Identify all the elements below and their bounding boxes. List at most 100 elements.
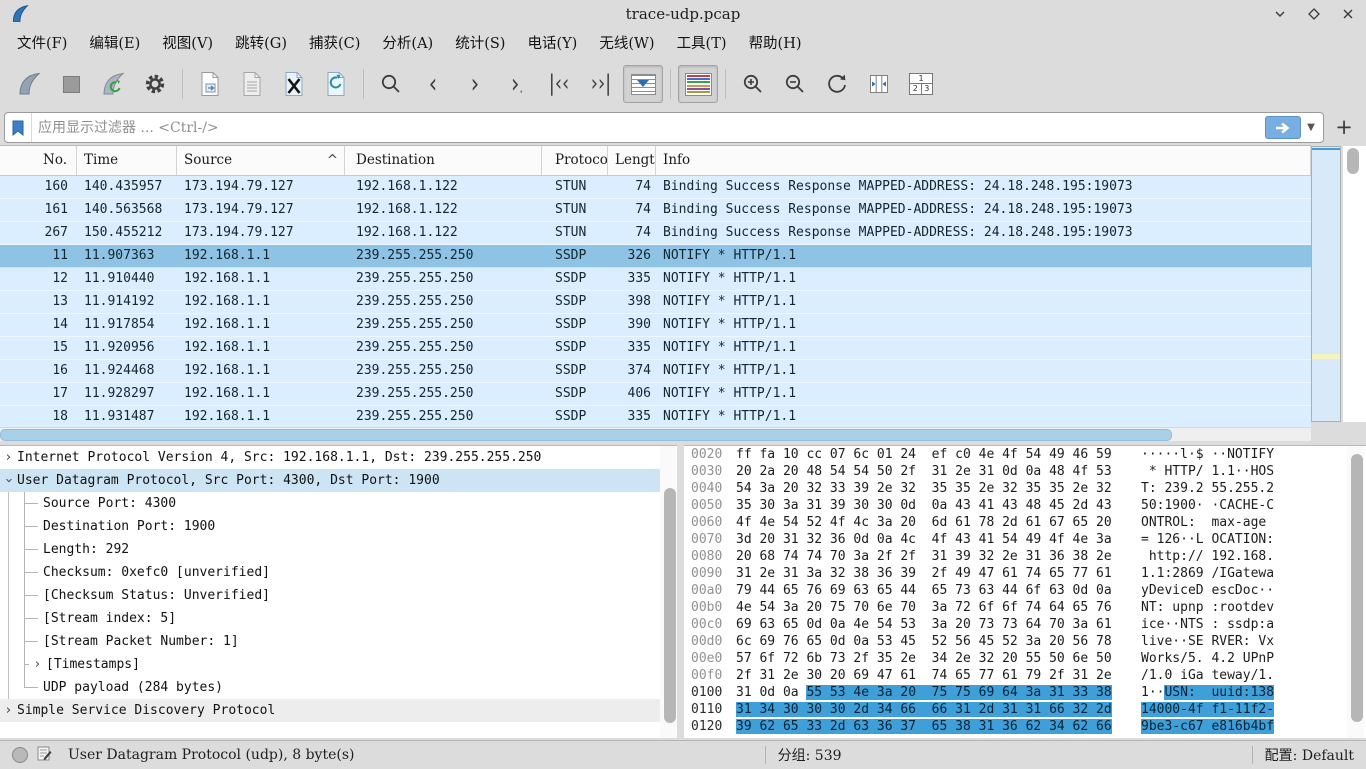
- hex-ascii[interactable]: live··SE RVER: Vx: [1141, 633, 1274, 650]
- column-header-destination[interactable]: Destination: [345, 146, 542, 175]
- auto-scroll-icon[interactable]: [623, 65, 663, 103]
- expert-info-icon[interactable]: [12, 747, 28, 763]
- detail-row[interactable]: Destination Port: 1900: [0, 515, 677, 538]
- menu-file[interactable]: 文件(F): [6, 28, 78, 60]
- menu-edit[interactable]: 编辑(E): [78, 28, 151, 60]
- detail-row[interactable]: [Stream Packet Number: 1]: [0, 630, 677, 653]
- hex-bytes[interactable]: 54 3a 20 32 33 39 2e 32 35 35 2e 32 35 3…: [736, 480, 1128, 497]
- last-packet-icon[interactable]: ››|: [581, 65, 621, 103]
- hex-row[interactable]: 005035 30 3a 31 39 30 30 0d 0a 43 41 43 …: [684, 497, 1366, 514]
- close-file-icon[interactable]: [274, 65, 314, 103]
- hex-ascii[interactable]: /1.0 iGa teway/1.: [1141, 667, 1274, 684]
- capture-comment-icon[interactable]: [36, 745, 52, 765]
- detail-row[interactable]: Length: 292: [0, 538, 677, 561]
- packet-row[interactable]: 1611.924468192.168.1.1239.255.255.250SSD…: [0, 360, 1311, 383]
- hex-bytes[interactable]: 2f 31 2e 30 20 69 47 61 74 65 77 61 79 2…: [736, 667, 1128, 684]
- hex-ascii[interactable]: http:// 192.168.: [1141, 548, 1274, 565]
- hex-row[interactable]: 004054 3a 20 32 33 39 2e 32 35 35 2e 32 …: [684, 480, 1366, 497]
- expand-arrow-icon[interactable]: ›: [0, 450, 17, 465]
- filter-apply-button[interactable]: [1265, 116, 1301, 139]
- detail-row[interactable]: [Checksum Status: Unverified]: [0, 584, 677, 607]
- hex-bytes[interactable]: 39 62 65 33 2d 63 36 37 65 38 31 36 62 3…: [736, 718, 1128, 735]
- layout-icon[interactable]: 123: [901, 65, 941, 103]
- menu-analyze[interactable]: 分析(A): [371, 28, 444, 60]
- start-capture-icon[interactable]: [9, 65, 49, 103]
- packet-row[interactable]: 160140.435957173.194.79.127192.168.1.122…: [0, 176, 1311, 199]
- go-back-icon[interactable]: ‹: [413, 65, 453, 103]
- filter-dropdown-caret-icon[interactable]: ▼: [1303, 122, 1319, 133]
- details-vscrollbar-thumb[interactable]: [664, 488, 676, 723]
- hex-ascii[interactable]: yDeviceD escDoc··: [1141, 582, 1274, 599]
- hex-row[interactable]: 003020 2a 20 48 54 54 50 2f 31 2e 31 0d …: [684, 463, 1366, 480]
- menu-telephony[interactable]: 电话(Y): [516, 28, 588, 60]
- hex-bytes[interactable]: 57 6f 72 6b 73 2f 35 2e 34 2e 32 20 55 5…: [736, 650, 1128, 667]
- hex-row[interactable]: 011031 34 30 30 30 2d 34 66 66 31 2d 31 …: [684, 701, 1366, 718]
- zoom-reset-icon[interactable]: [817, 65, 857, 103]
- detail-row[interactable]: ›Internet Protocol Version 4, Src: 192.1…: [0, 446, 677, 469]
- hex-row[interactable]: 00d06c 69 76 65 0d 0a 53 45 52 56 45 52 …: [684, 633, 1366, 650]
- open-file-icon[interactable]: [190, 65, 230, 103]
- hex-row[interactable]: 00703d 20 31 32 36 0d 0a 4c 4f 43 41 54 …: [684, 531, 1366, 548]
- hex-ascii[interactable]: 50:1900· ·CACHE-C: [1141, 497, 1274, 514]
- hex-ascii[interactable]: 14000-4f f1-11f2-: [1141, 701, 1274, 718]
- zoom-in-icon[interactable]: [733, 65, 773, 103]
- hex-row[interactable]: 00604f 4e 54 52 4f 4c 3a 20 6d 61 78 2d …: [684, 514, 1366, 531]
- colorize-icon[interactable]: [678, 65, 718, 103]
- menu-wireless[interactable]: 无线(W): [588, 28, 665, 60]
- menu-view[interactable]: 视图(V): [151, 28, 224, 60]
- menu-capture[interactable]: 捕获(C): [298, 28, 371, 60]
- packet-row[interactable]: 1111.907363192.168.1.1239.255.255.250SSD…: [0, 245, 1311, 268]
- menu-go[interactable]: 跳转(G): [224, 28, 298, 60]
- column-header-length[interactable]: Length: [608, 146, 656, 175]
- menu-statistics[interactable]: 统计(S): [444, 28, 516, 60]
- packet-row[interactable]: 1711.928297192.168.1.1239.255.255.250SSD…: [0, 383, 1311, 406]
- display-filter-input[interactable]: [32, 113, 1265, 142]
- hex-ascii[interactable]: 9be3-c67 e816b4bf: [1141, 718, 1274, 735]
- hex-bytes[interactable]: 4e 54 3a 20 75 70 6e 70 3a 72 6f 6f 74 6…: [736, 599, 1128, 616]
- hex-ascii[interactable]: ice··NTS : ssdp:a: [1141, 616, 1274, 633]
- restart-capture-icon[interactable]: [93, 65, 133, 103]
- detail-row[interactable]: ›[Timestamps]: [0, 653, 677, 676]
- hex-row[interactable]: 009031 2e 31 3a 32 38 36 39 2f 49 47 61 …: [684, 565, 1366, 582]
- close-button[interactable]: [1338, 4, 1358, 24]
- hex-bytes[interactable]: 20 68 74 74 70 3a 2f 2f 31 39 32 2e 31 3…: [736, 548, 1128, 565]
- minimize-button[interactable]: [1270, 4, 1290, 24]
- column-header-info[interactable]: Info: [656, 146, 1311, 175]
- go-forward-icon[interactable]: ›: [455, 65, 495, 103]
- hex-ascii[interactable]: 1.1:2869 /IGatewa: [1141, 565, 1274, 582]
- hex-row[interactable]: 00e057 6f 72 6b 73 2f 35 2e 34 2e 32 20 …: [684, 650, 1366, 667]
- expand-arrow-icon[interactable]: ›: [0, 703, 17, 718]
- packet-list-vscrollbar[interactable]: [1343, 146, 1366, 422]
- hex-row[interactable]: 00b04e 54 3a 20 75 70 6e 70 3a 72 6f 6f …: [684, 599, 1366, 616]
- capture-options-icon[interactable]: [135, 65, 175, 103]
- vscrollbar-thumb[interactable]: [1347, 148, 1359, 174]
- menu-tools[interactable]: 工具(T): [666, 28, 738, 60]
- hex-ascii[interactable]: ONTROL: max-age: [1141, 514, 1274, 531]
- packet-row[interactable]: 1411.917854192.168.1.1239.255.255.250SSD…: [0, 314, 1311, 337]
- column-header-time[interactable]: Time: [77, 146, 177, 175]
- maximize-button[interactable]: [1304, 4, 1324, 24]
- details-vscrollbar[interactable]: [660, 446, 677, 738]
- hex-ascii[interactable]: T: 239.2 55.255.2: [1141, 480, 1274, 497]
- packet-row[interactable]: 161140.563568173.194.79.127192.168.1.122…: [0, 199, 1311, 222]
- hex-bytes[interactable]: 4f 4e 54 52 4f 4c 3a 20 6d 61 78 2d 61 6…: [736, 514, 1128, 531]
- hex-bytes[interactable]: 31 2e 31 3a 32 38 36 39 2f 49 47 61 74 6…: [736, 565, 1128, 582]
- filter-add-button[interactable]: +: [1330, 112, 1358, 141]
- save-file-icon[interactable]: [232, 65, 272, 103]
- hex-row[interactable]: 012039 62 65 33 2d 63 36 37 65 38 31 36 …: [684, 718, 1366, 735]
- hex-ascii[interactable]: * HTTP/ 1.1··HOS: [1141, 463, 1274, 480]
- detail-row[interactable]: Checksum: 0xefc0 [unverified]: [0, 561, 677, 584]
- column-header-no[interactable]: No.: [0, 146, 77, 175]
- menu-help[interactable]: 帮助(H): [738, 28, 813, 60]
- hex-row[interactable]: 00a079 44 65 76 69 63 65 44 65 73 63 44 …: [684, 582, 1366, 599]
- detail-row[interactable]: [Stream index: 5]: [0, 607, 677, 630]
- bytes-vscrollbar-thumb[interactable]: [1351, 454, 1363, 722]
- detail-row[interactable]: Source Port: 4300: [0, 492, 677, 515]
- first-packet-icon[interactable]: |‹‹: [539, 65, 579, 103]
- status-profile[interactable]: 配置: Default: [1265, 745, 1354, 765]
- packet-row[interactable]: 267150.455212173.194.79.127192.168.1.122…: [0, 222, 1311, 245]
- hex-row[interactable]: 00f02f 31 2e 30 20 69 47 61 74 65 77 61 …: [684, 667, 1366, 684]
- zoom-out-icon[interactable]: [775, 65, 815, 103]
- hex-ascii[interactable]: ·····l·$ ··NOTIFY: [1141, 446, 1274, 463]
- hex-ascii[interactable]: = 126··L OCATION:: [1141, 531, 1274, 548]
